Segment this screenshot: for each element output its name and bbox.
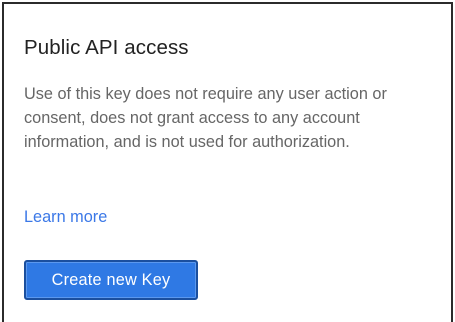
public-api-access-panel: Public API access Use of this key does n… bbox=[2, 2, 453, 322]
section-description: Use of this key does not require any use… bbox=[24, 85, 387, 151]
learn-more-link[interactable]: Learn more bbox=[24, 208, 107, 227]
create-new-key-button[interactable]: Create new Key bbox=[24, 260, 198, 300]
section-title: Public API access bbox=[24, 36, 189, 59]
